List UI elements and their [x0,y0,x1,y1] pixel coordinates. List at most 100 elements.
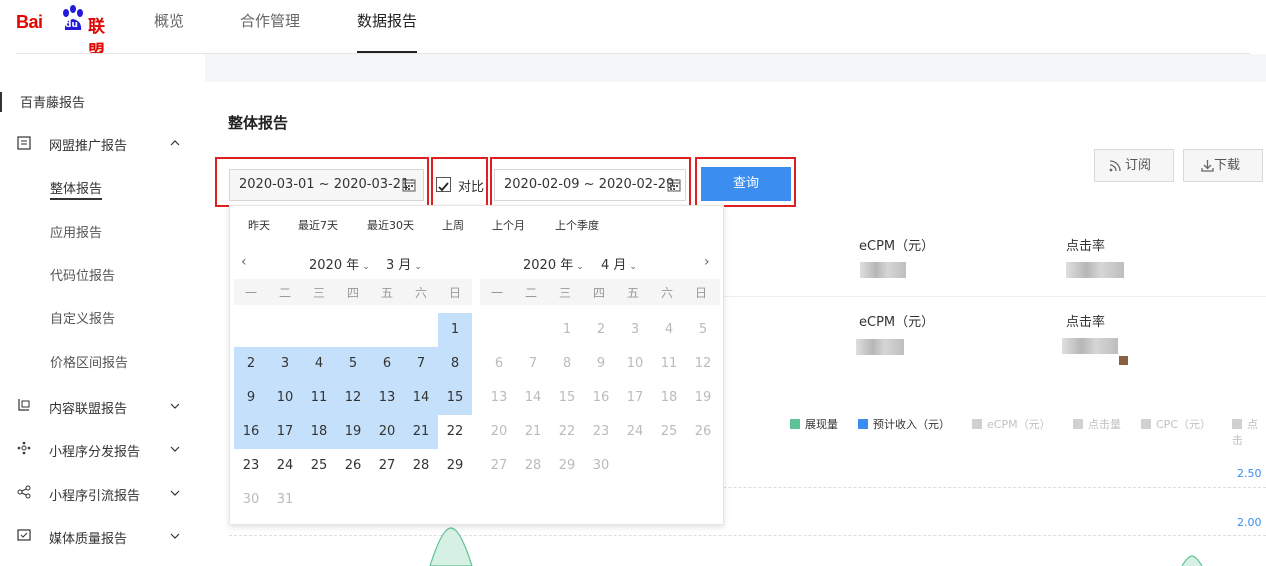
calendar-day[interactable]: 11 [652,347,686,381]
calendar-day[interactable]: 7 [516,347,550,381]
chevron-down-icon[interactable] [170,488,180,498]
calendar-day[interactable]: 8 [438,347,472,381]
calendar-day[interactable]: 29 [438,449,472,483]
calendar-day[interactable]: 3 [618,313,652,347]
calendar-day[interactable]: 1 [438,313,472,347]
nav-overview[interactable]: 概览 [154,10,184,31]
sidebar-item-app-report[interactable]: 应用报告 [50,222,102,241]
calendar-day[interactable]: 11 [302,381,336,415]
calendar-day[interactable]: 3 [268,347,302,381]
sidebar-group-miniapp-dist[interactable]: 小程序分发报告 [49,441,140,460]
calendar-day[interactable]: 5 [336,347,370,381]
calendar-day[interactable]: 17 [268,415,302,449]
shortcut-last7[interactable]: 最近7天 [298,217,338,233]
legend-revenue[interactable]: 预计收入（元） [858,416,950,432]
calendar-day[interactable]: 25 [652,415,686,449]
right-month-select[interactable]: 4 月 ⌄ [601,254,637,273]
calendar-day[interactable]: 23 [234,449,268,483]
calendar-day[interactable]: 13 [370,381,404,415]
legend-ecpm[interactable]: eCPM（元） [972,416,1051,432]
sidebar-group-media-quality[interactable]: 媒体质量报告 [49,528,127,547]
chevron-up-icon[interactable] [170,138,180,148]
calendar-day[interactable]: 15 [438,381,472,415]
legend-cpc[interactable]: CPC（元） [1141,416,1211,432]
legend-click-more[interactable]: 点击 [1232,416,1266,448]
calendar-day[interactable]: 25 [302,449,336,483]
calendar-day[interactable]: 12 [336,381,370,415]
calendar-day[interactable]: 30 [234,483,268,517]
shortcut-last-quarter[interactable]: 上个季度 [555,217,599,233]
sidebar-item-price-report[interactable]: 价格区间报告 [50,352,128,371]
calendar-day[interactable]: 24 [618,415,652,449]
sidebar-group-miniapp-traffic[interactable]: 小程序引流报告 [49,485,140,504]
calendar-day[interactable]: 4 [652,313,686,347]
calendar-day[interactable]: 4 [302,347,336,381]
calendar-day[interactable]: 28 [404,449,438,483]
calendar-day[interactable]: 7 [404,347,438,381]
calendar-day[interactable]: 22 [550,415,584,449]
calendar-day[interactable]: 6 [482,347,516,381]
legend-impressions[interactable]: 展现量 [790,416,838,432]
sidebar-group-content[interactable]: 内容联盟报告 [49,398,127,417]
calendar-day[interactable]: 10 [618,347,652,381]
calendar-day[interactable]: 14 [404,381,438,415]
calendar-day[interactable]: 24 [268,449,302,483]
calendar-day[interactable]: 19 [336,415,370,449]
calendar-day[interactable]: 31 [268,483,302,517]
right-year-select[interactable]: 2020 年 ⌄ [523,254,584,273]
calendar-day[interactable]: 29 [550,449,584,483]
chevron-down-icon[interactable] [170,531,180,541]
left-year-select[interactable]: 2020 年 ⌄ [309,254,370,273]
nav-data-report[interactable]: 数据报告 [357,10,417,31]
calendar-day[interactable]: 2 [234,347,268,381]
calendar-day[interactable]: 28 [516,449,550,483]
calendar-day[interactable]: 21 [516,415,550,449]
subscribe-button[interactable]: 订阅 [1094,149,1174,182]
calendar-day[interactable]: 22 [438,415,472,449]
calendar-day[interactable]: 21 [404,415,438,449]
calendar-day[interactable]: 9 [234,381,268,415]
sidebar-item-custom-report[interactable]: 自定义报告 [50,308,115,327]
calendar-day[interactable]: 14 [516,381,550,415]
calendar-day[interactable]: 23 [584,415,618,449]
calendar-day[interactable]: 18 [302,415,336,449]
sidebar-item-overall-report[interactable]: 整体报告 [50,178,103,200]
calendar-day[interactable]: 17 [618,381,652,415]
shortcut-last-week[interactable]: 上周 [442,217,464,233]
calendar-day[interactable]: 19 [686,381,720,415]
calendar-day[interactable]: 27 [482,449,516,483]
sidebar-item-baiqingteng[interactable]: 百青藤报告 [20,92,85,111]
calendar-day[interactable]: 26 [686,415,720,449]
chevron-right-icon[interactable]: › [704,254,710,270]
calendar-day[interactable]: 26 [336,449,370,483]
calendar-day[interactable]: 6 [370,347,404,381]
calendar-day[interactable]: 18 [652,381,686,415]
calendar-day[interactable]: 12 [686,347,720,381]
left-month-select[interactable]: 3 月 ⌄ [386,254,422,273]
calendar-day[interactable]: 9 [584,347,618,381]
calendar-day[interactable]: 16 [234,415,268,449]
calendar-day[interactable]: 27 [370,449,404,483]
nav-cooperation[interactable]: 合作管理 [240,10,300,31]
calendar-day[interactable]: 30 [584,449,618,483]
calendar-day[interactable]: 20 [370,415,404,449]
calendar-day[interactable]: 10 [268,381,302,415]
calendar-day[interactable]: 1 [550,313,584,347]
download-button[interactable]: 下载 [1183,149,1263,182]
chevron-left-icon[interactable]: ‹ [241,254,247,270]
calendar-day[interactable]: 2 [584,313,618,347]
sidebar-group-wangmeng[interactable]: 网盟推广报告 [49,135,127,154]
calendar-day[interactable]: 8 [550,347,584,381]
shortcut-last30[interactable]: 最近30天 [367,217,414,233]
chevron-down-icon[interactable] [170,444,180,454]
calendar-day[interactable]: 20 [482,415,516,449]
shortcut-last-month[interactable]: 上个月 [492,217,525,233]
calendar-day[interactable]: 13 [482,381,516,415]
chevron-down-icon[interactable] [170,401,180,411]
calendar-day[interactable]: 5 [686,313,720,347]
baidu-union-logo[interactable]: Bai du 联盟 [16,4,112,61]
legend-clicks[interactable]: 点击量 [1073,416,1121,432]
calendar-day[interactable]: 15 [550,381,584,415]
sidebar-item-adslot-report[interactable]: 代码位报告 [50,265,115,284]
calendar-day[interactable]: 16 [584,381,618,415]
